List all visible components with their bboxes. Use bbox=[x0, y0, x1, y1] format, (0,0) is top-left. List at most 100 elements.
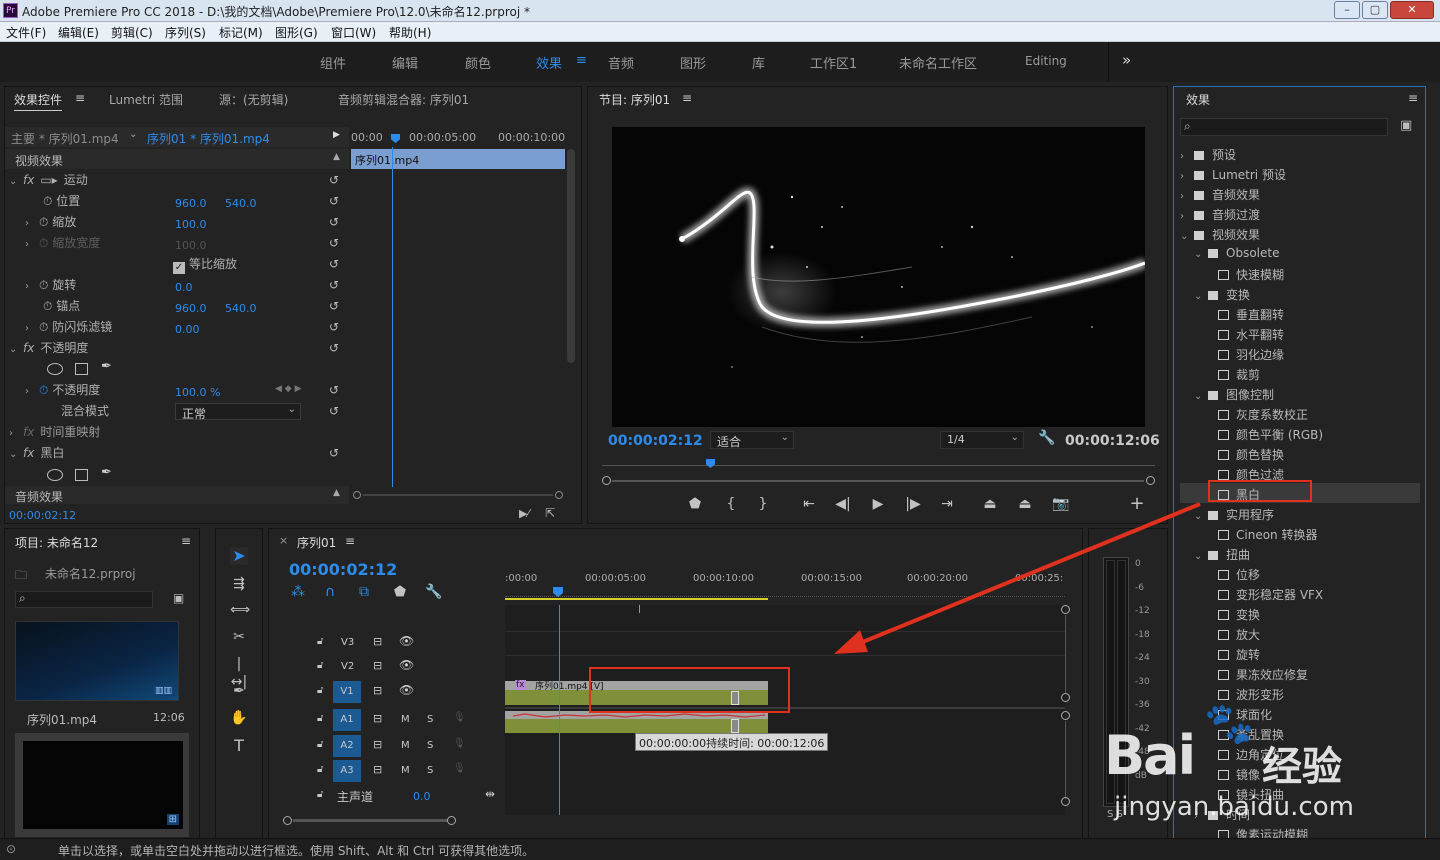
close-button[interactable]: ✕ bbox=[1390, 1, 1434, 19]
lock-icon[interactable]: 🔓︎ bbox=[317, 789, 323, 800]
wrench-icon[interactable]: 🔧 bbox=[1038, 430, 1055, 446]
scroll-thumb[interactable] bbox=[293, 819, 447, 822]
sync-lock-icon[interactable]: ⊟ bbox=[373, 635, 382, 648]
go-to-edit-icon[interactable]: ⇹ bbox=[485, 787, 495, 801]
antiflicker-value[interactable]: 0.00 bbox=[175, 323, 200, 336]
scroll-handle[interactable] bbox=[283, 816, 292, 825]
lock-icon[interactable]: 🔓︎ bbox=[317, 739, 323, 750]
menu-window[interactable]: 窗口(W) bbox=[331, 24, 376, 41]
mark-in-icon[interactable]: { bbox=[722, 495, 740, 513]
rect-mask-icon[interactable] bbox=[75, 469, 88, 481]
scale-value[interactable]: 100.0 bbox=[175, 218, 207, 231]
stopwatch-icon[interactable]: ⏱ bbox=[43, 299, 52, 313]
stopwatch-icon[interactable]: ⏱ bbox=[39, 215, 48, 229]
tab-effect-controls[interactable]: 效果控件 bbox=[14, 91, 63, 111]
effects-item[interactable]: 变换 bbox=[1180, 603, 1420, 623]
go-to-in-icon[interactable]: ⇤ bbox=[800, 495, 818, 513]
sequence-clip-label[interactable]: 序列01 * 序列01.mp4 bbox=[147, 130, 270, 147]
ws-audio[interactable]: 音频 bbox=[608, 53, 634, 72]
scroll-handle[interactable] bbox=[1061, 797, 1070, 806]
program-timecode[interactable]: 00:00:02:12 bbox=[608, 433, 703, 449]
eye-icon[interactable]: 👁︎ bbox=[399, 658, 414, 672]
reset-icon[interactable]: ↺ bbox=[329, 194, 341, 208]
sequence-thumbnail-frame[interactable]: ⊞ bbox=[15, 733, 189, 837]
program-title[interactable]: 节目: 序列01 bbox=[599, 91, 670, 108]
reset-icon[interactable]: ↺ bbox=[329, 236, 341, 250]
program-scrubber[interactable] bbox=[602, 459, 1155, 469]
effects-item[interactable]: 球面化 bbox=[1180, 703, 1420, 723]
menu-edit[interactable]: 编辑(E) bbox=[58, 24, 99, 41]
mute-button[interactable]: M bbox=[401, 740, 410, 751]
chevron-right-icon[interactable]: › bbox=[1180, 191, 1194, 202]
effects-item[interactable]: 快速模糊 bbox=[1180, 263, 1420, 283]
effects-title[interactable]: 效果 bbox=[1186, 91, 1210, 108]
extract-icon[interactable]: ⏏ bbox=[1016, 495, 1034, 513]
chevron-down-icon[interactable]: ⌄ bbox=[129, 129, 137, 140]
tab-audio-clip-mixer[interactable]: 音频剪辑混合器: 序列01 bbox=[338, 91, 469, 108]
hand-tool-icon[interactable]: ✋ bbox=[230, 709, 248, 727]
sync-lock-icon[interactable]: ⊟ bbox=[373, 659, 382, 672]
clip-thumbnail[interactable]: ▥▥ bbox=[15, 621, 179, 701]
ws-untitled[interactable]: 未命名工作区 bbox=[899, 53, 977, 72]
reset-icon[interactable]: ↺ bbox=[329, 383, 341, 397]
ec-clip-bar[interactable]: 序列01.mp4 bbox=[351, 149, 565, 169]
work-area-bar[interactable] bbox=[505, 598, 768, 600]
eye-icon[interactable]: 👁︎ bbox=[399, 634, 414, 648]
effects-folder[interactable]: ⌄ 图像控制 bbox=[1180, 383, 1420, 403]
bw-effect-row[interactable]: ⌄ fx 黑白 bbox=[9, 444, 64, 464]
mic-icon[interactable]: 🎙︎ bbox=[453, 712, 466, 723]
effects-folder[interactable]: › 时间 bbox=[1180, 803, 1420, 823]
ws-editing[interactable]: 编辑 bbox=[392, 53, 418, 72]
scroll-handle[interactable] bbox=[1061, 711, 1070, 720]
chevron-right-icon[interactable]: › bbox=[25, 323, 39, 334]
motion-row[interactable]: ⌄ fx ▭▸ 运动 bbox=[9, 171, 88, 191]
clip-name[interactable]: 序列01.mp4 bbox=[27, 711, 97, 728]
mic-icon[interactable]: 🎙︎ bbox=[453, 763, 466, 774]
filter-keyframes-icon[interactable]: ▶⁄ bbox=[519, 507, 529, 520]
effects-item[interactable]: 紊乱置换 bbox=[1180, 723, 1420, 743]
ws-more-icon[interactable]: » bbox=[1122, 51, 1131, 69]
reset-icon[interactable]: ↺ bbox=[329, 257, 341, 271]
sync-lock-icon[interactable]: ⊟ bbox=[373, 738, 382, 751]
effects-item[interactable]: 水平翻转 bbox=[1180, 323, 1420, 343]
minimize-button[interactable]: – bbox=[1334, 1, 1360, 19]
chevron-down-icon[interactable]: ⌄ bbox=[1194, 551, 1208, 562]
chevron-down-icon[interactable]: ⌄ bbox=[1194, 291, 1208, 302]
chevron-down-icon[interactable]: ⌄ bbox=[1194, 391, 1208, 402]
effects-item[interactable]: 旋转 bbox=[1180, 643, 1420, 663]
menu-marker[interactable]: 标记(M) bbox=[219, 24, 263, 41]
add-marker-icon[interactable]: ⬟ bbox=[391, 583, 409, 601]
timeline-timecode[interactable]: 00:00:02:12 bbox=[289, 560, 397, 579]
lock-icon[interactable]: 🔓︎ bbox=[317, 636, 323, 647]
clip-end-marker[interactable] bbox=[731, 719, 739, 733]
eye-icon[interactable]: 👁︎ bbox=[399, 683, 414, 697]
scroll-handle[interactable] bbox=[353, 491, 361, 499]
ec-ruler[interactable]: 00:00 00:00:05:00 00:00:10:00 bbox=[351, 127, 565, 147]
mute-button[interactable]: M bbox=[401, 765, 410, 776]
master-clip-label[interactable]: 主要 * 序列01.mp4 bbox=[11, 130, 119, 147]
effects-item[interactable]: 垂直翻转 bbox=[1180, 303, 1420, 323]
rect-mask-icon[interactable] bbox=[75, 363, 88, 375]
effects-item[interactable]: 颜色平衡 (RGB) bbox=[1180, 423, 1420, 443]
menu-file[interactable]: 文件(F) bbox=[6, 24, 46, 41]
track-select-tool-icon[interactable]: ⇶ bbox=[230, 575, 248, 593]
reset-icon[interactable]: ↺ bbox=[329, 341, 341, 355]
reset-icon[interactable]: ↺ bbox=[329, 446, 341, 460]
ws-color[interactable]: 颜色 bbox=[465, 53, 491, 72]
chevron-right-icon[interactable]: › bbox=[25, 281, 39, 292]
stopwatch-icon[interactable]: ⏱ bbox=[43, 194, 52, 208]
chevron-right-icon[interactable]: › bbox=[1194, 811, 1208, 822]
tab-menu-icon[interactable]: ≡ bbox=[75, 91, 85, 105]
wrench-icon[interactable]: 🔧 bbox=[425, 583, 443, 601]
add-button-icon[interactable]: + bbox=[1128, 495, 1146, 513]
menu-graphics[interactable]: 图形(G) bbox=[275, 24, 318, 41]
anchor-y-value[interactable]: 540.0 bbox=[225, 302, 257, 315]
camera-icon[interactable]: 📷 bbox=[1052, 495, 1070, 513]
zoom-handle-left[interactable] bbox=[602, 476, 611, 485]
chevron-down-icon[interactable]: ⌄ bbox=[9, 449, 23, 460]
tab-menu-icon[interactable]: ≡ bbox=[181, 534, 191, 548]
track-label-v1[interactable]: V1 bbox=[333, 681, 361, 703]
menu-clip[interactable]: 剪辑(C) bbox=[111, 24, 153, 41]
step-forward-icon[interactable]: |▶ bbox=[904, 495, 922, 513]
time-remap-row[interactable]: › fx 时间重映射 bbox=[9, 423, 100, 443]
